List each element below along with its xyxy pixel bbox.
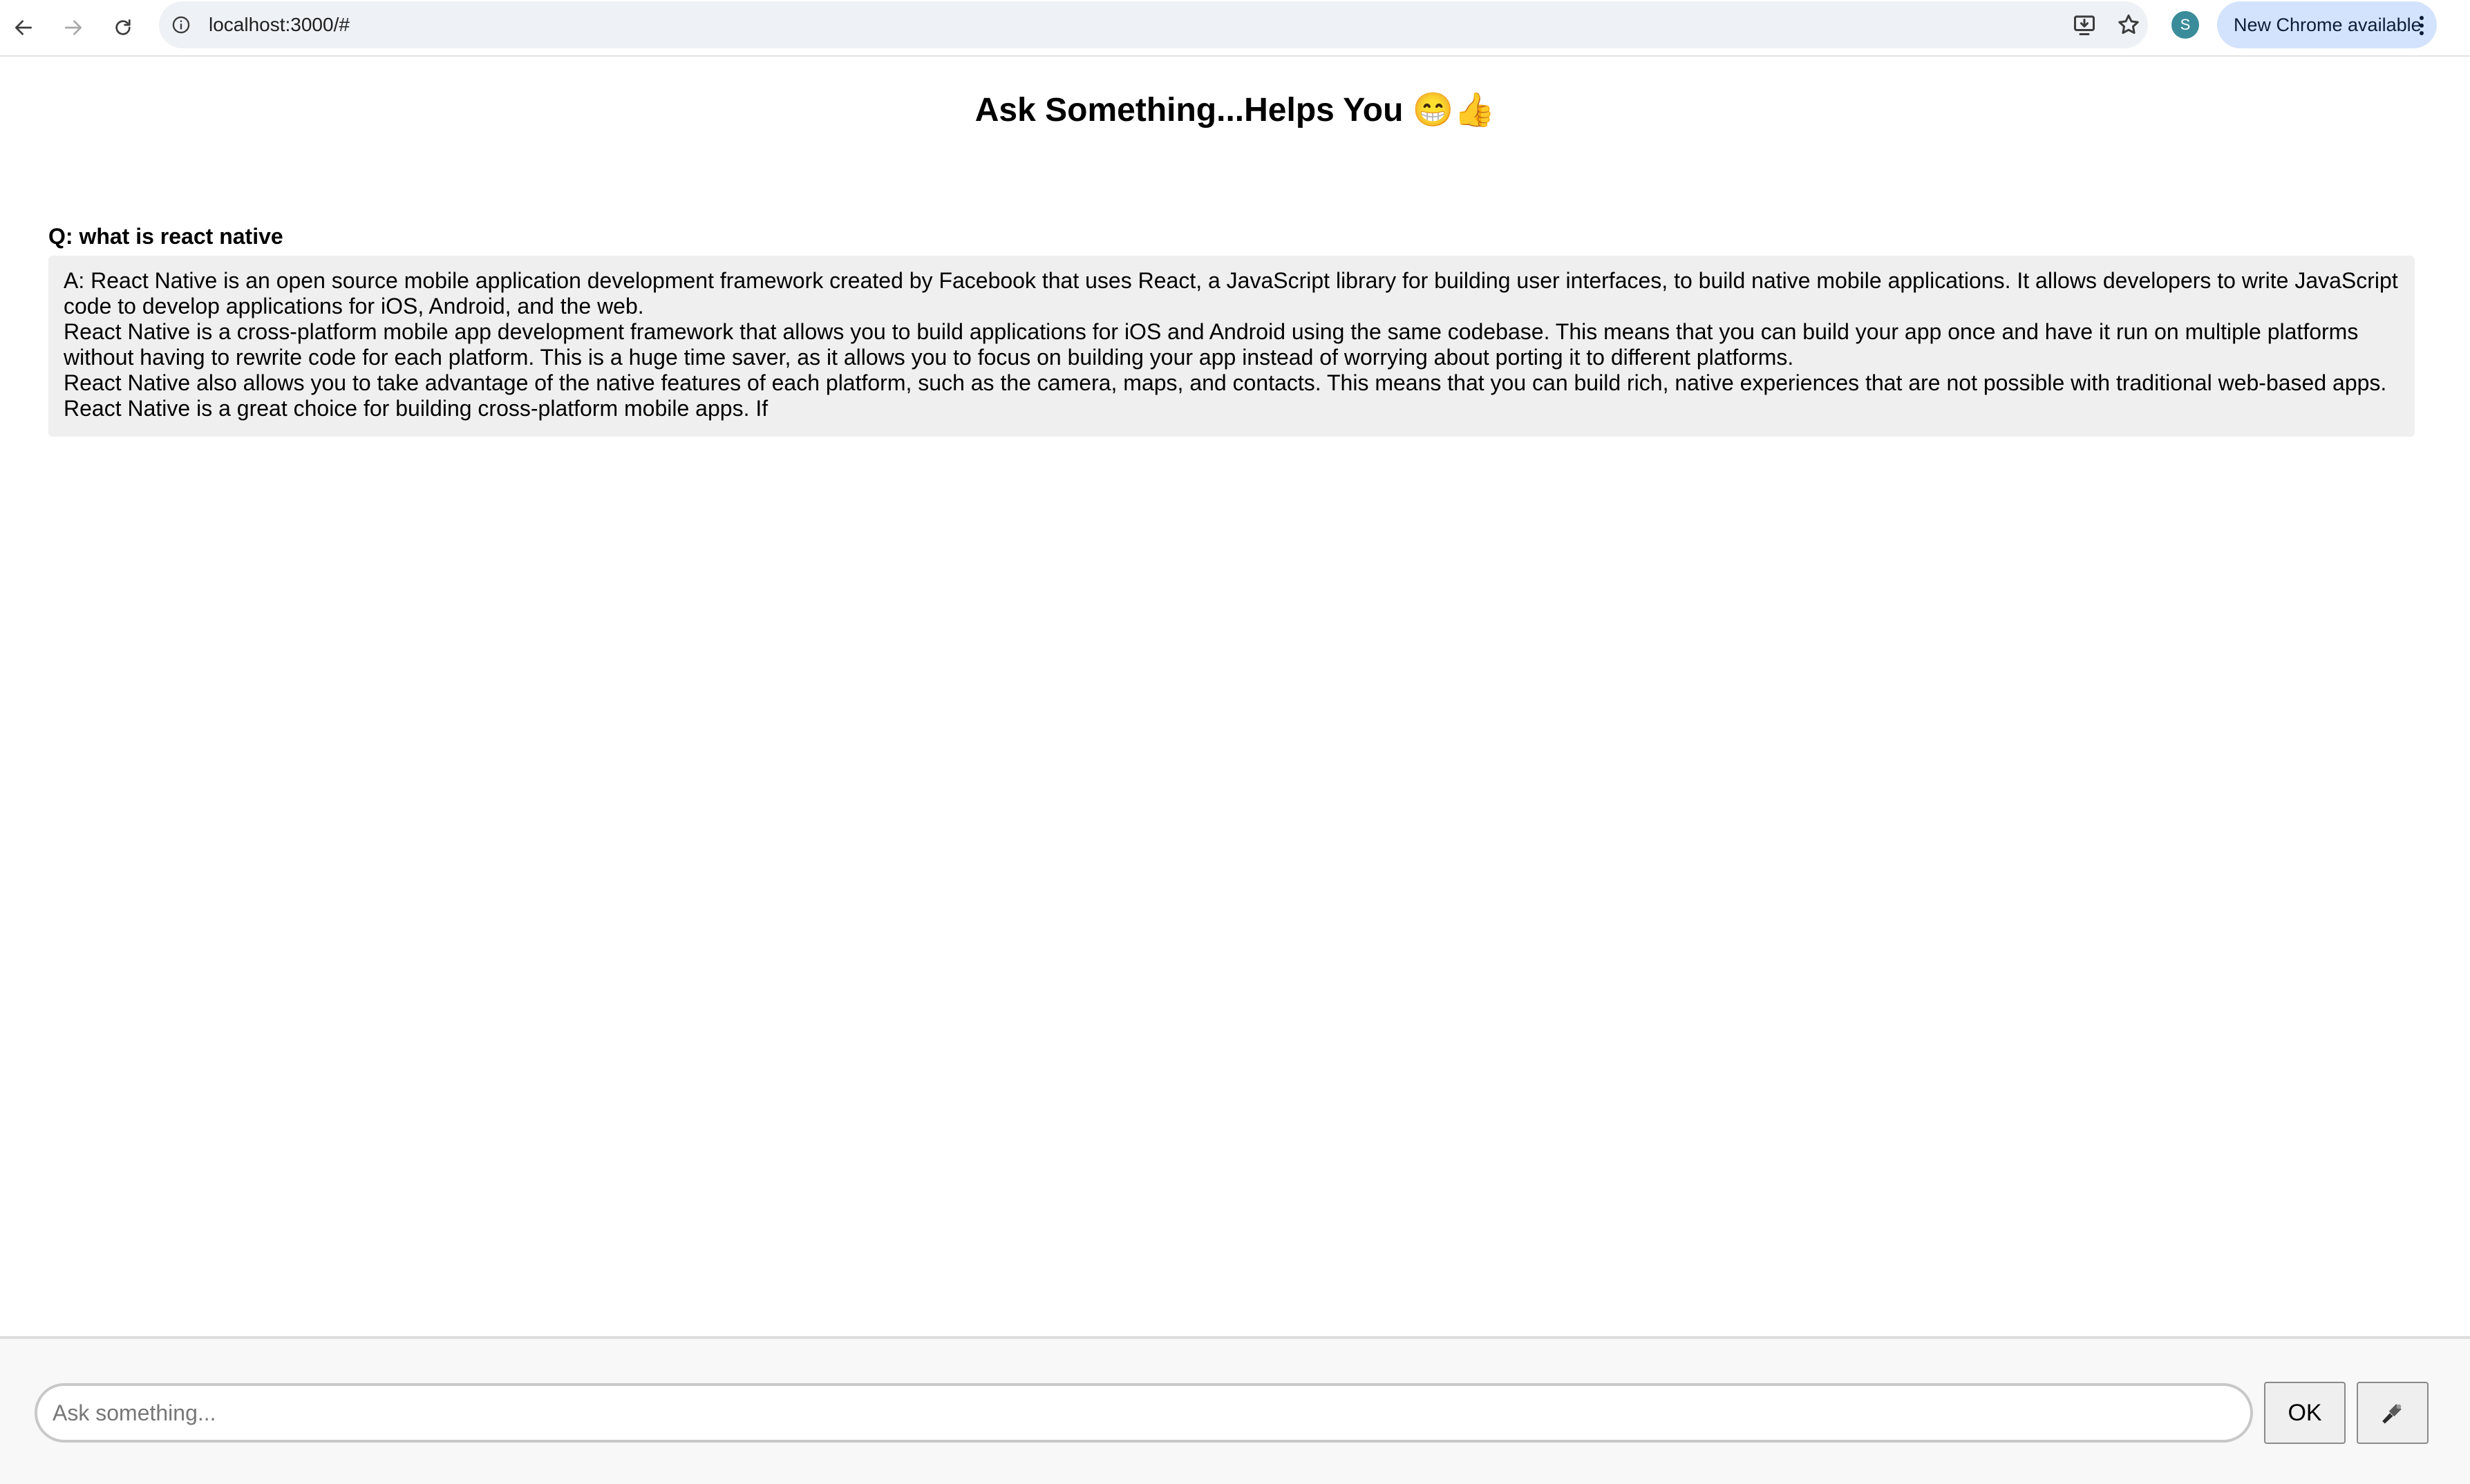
arrow-right-icon — [65, 20, 82, 35]
microphone-icon — [2382, 1404, 2402, 1424]
page-title: Ask Something...Helps You 😁👍 — [974, 92, 1496, 129]
back-button[interactable] — [6, 10, 41, 46]
composer-bar: OK — [0, 1336, 2470, 1484]
arrow-left-icon — [15, 20, 32, 35]
question-text: Q: what is react native — [48, 224, 283, 249]
answer-box: A: React Native is an open source mobile… — [48, 256, 2415, 437]
answer-paragraph: React Native is a cross-platform mobile … — [64, 319, 2359, 370]
reload-icon — [115, 19, 131, 35]
ask-input[interactable] — [35, 1383, 2253, 1443]
profile-avatar[interactable]: S — [2171, 11, 2199, 39]
update-label: New Chrome available — [2234, 15, 2422, 35]
mic-button[interactable] — [2357, 1382, 2429, 1444]
install-app-icon[interactable] — [2072, 12, 2097, 37]
answer-paragraph: React Native also allows you to take adv… — [64, 370, 2387, 395]
kebab-menu-icon — [2420, 16, 2424, 35]
answer-paragraph: React Native is a great choice for build… — [64, 396, 769, 421]
answer-paragraph: A: React Native is an open source mobile… — [64, 268, 2398, 318]
url-text[interactable]: localhost:3000/# — [209, 13, 350, 37]
star-icon[interactable] — [2116, 12, 2141, 37]
new-chrome-available-button[interactable]: New Chrome available — [2217, 1, 2437, 48]
reload-button[interactable] — [105, 10, 141, 46]
address-bar[interactable]: localhost:3000/# — [159, 1, 2148, 48]
browser-toolbar: localhost:3000/# S New Chrome available — [0, 0, 2470, 57]
ok-button[interactable]: OK — [2264, 1382, 2346, 1444]
forward-button[interactable] — [55, 10, 91, 46]
info-icon[interactable] — [171, 15, 191, 35]
